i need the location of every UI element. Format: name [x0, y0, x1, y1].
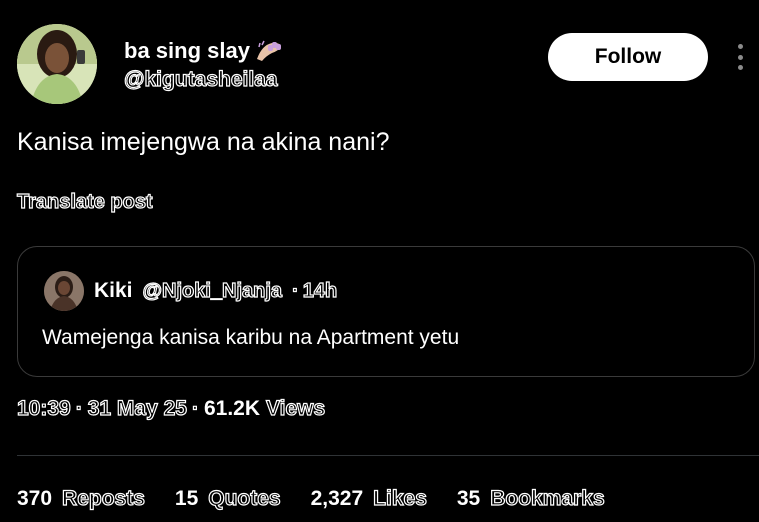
quote-header: Kiki @Njoki_Njanja · 14h: [94, 279, 338, 303]
post-text: Kanisa imejengwa na akina nani?: [17, 128, 390, 156]
likes-label: Likes: [373, 486, 428, 510]
likes-count: 2,327: [310, 487, 364, 510]
quote-author-avatar: [44, 271, 84, 311]
quoted-post-card[interactable]: Kiki @Njoki_Njanja · 14h Wamejenga kanis…: [17, 246, 755, 377]
quote-profile-photo-icon: [44, 271, 84, 311]
reposts-stat[interactable]: 370 Reposts: [17, 486, 146, 511]
author-name-text: ba sing slay: [124, 38, 250, 63]
post-meta: 10:39 · 31 May 25 · 61.2K Views: [16, 396, 326, 421]
quote-time: 14h: [302, 279, 338, 302]
divider: [17, 455, 759, 456]
quote-author-handle: @Njoki_Njanja: [142, 279, 283, 302]
author-handle[interactable]: @kigutasheilaa: [123, 67, 278, 92]
translate-post-link[interactable]: Translate post: [16, 190, 153, 214]
author-avatar[interactable]: [17, 24, 97, 104]
views-label: Views: [265, 396, 326, 420]
quote-text: Wamejenga kanisa karibu na Apartment yet…: [42, 326, 460, 349]
author-display-name[interactable]: ba sing slay: [124, 38, 284, 64]
follow-button[interactable]: Follow: [548, 33, 708, 81]
views-count: 61.2K: [203, 397, 261, 420]
quotes-label: Quotes: [208, 486, 282, 510]
quotes-stat[interactable]: 15 Quotes: [174, 486, 282, 511]
quote-separator: ·: [291, 279, 299, 302]
bookmarks-label: Bookmarks: [490, 486, 606, 510]
reposts-count: 370: [17, 487, 53, 510]
post-date[interactable]: 31 May 25: [87, 396, 187, 421]
profile-photo-icon: [17, 24, 97, 104]
reposts-label: Reposts: [61, 486, 145, 510]
bookmarks-stat[interactable]: 35 Bookmarks: [456, 486, 606, 511]
meta-separator-2: ·: [191, 396, 199, 420]
quote-author-name: Kiki: [94, 279, 133, 302]
nail-polish-emoji-icon: [254, 39, 284, 63]
more-options-icon[interactable]: [733, 44, 747, 70]
likes-stat[interactable]: 2,327 Likes: [310, 486, 428, 511]
post-time[interactable]: 10:39: [16, 396, 71, 421]
meta-separator-1: ·: [75, 396, 83, 420]
post-detail: ba sing slay @kigutasheilaa Follow Kanis…: [0, 0, 759, 522]
quotes-count: 15: [174, 487, 199, 510]
bookmarks-count: 35: [456, 487, 481, 510]
engagement-stats: 370 Reposts 15 Quotes 2,327 Likes 35 Boo…: [17, 486, 606, 511]
